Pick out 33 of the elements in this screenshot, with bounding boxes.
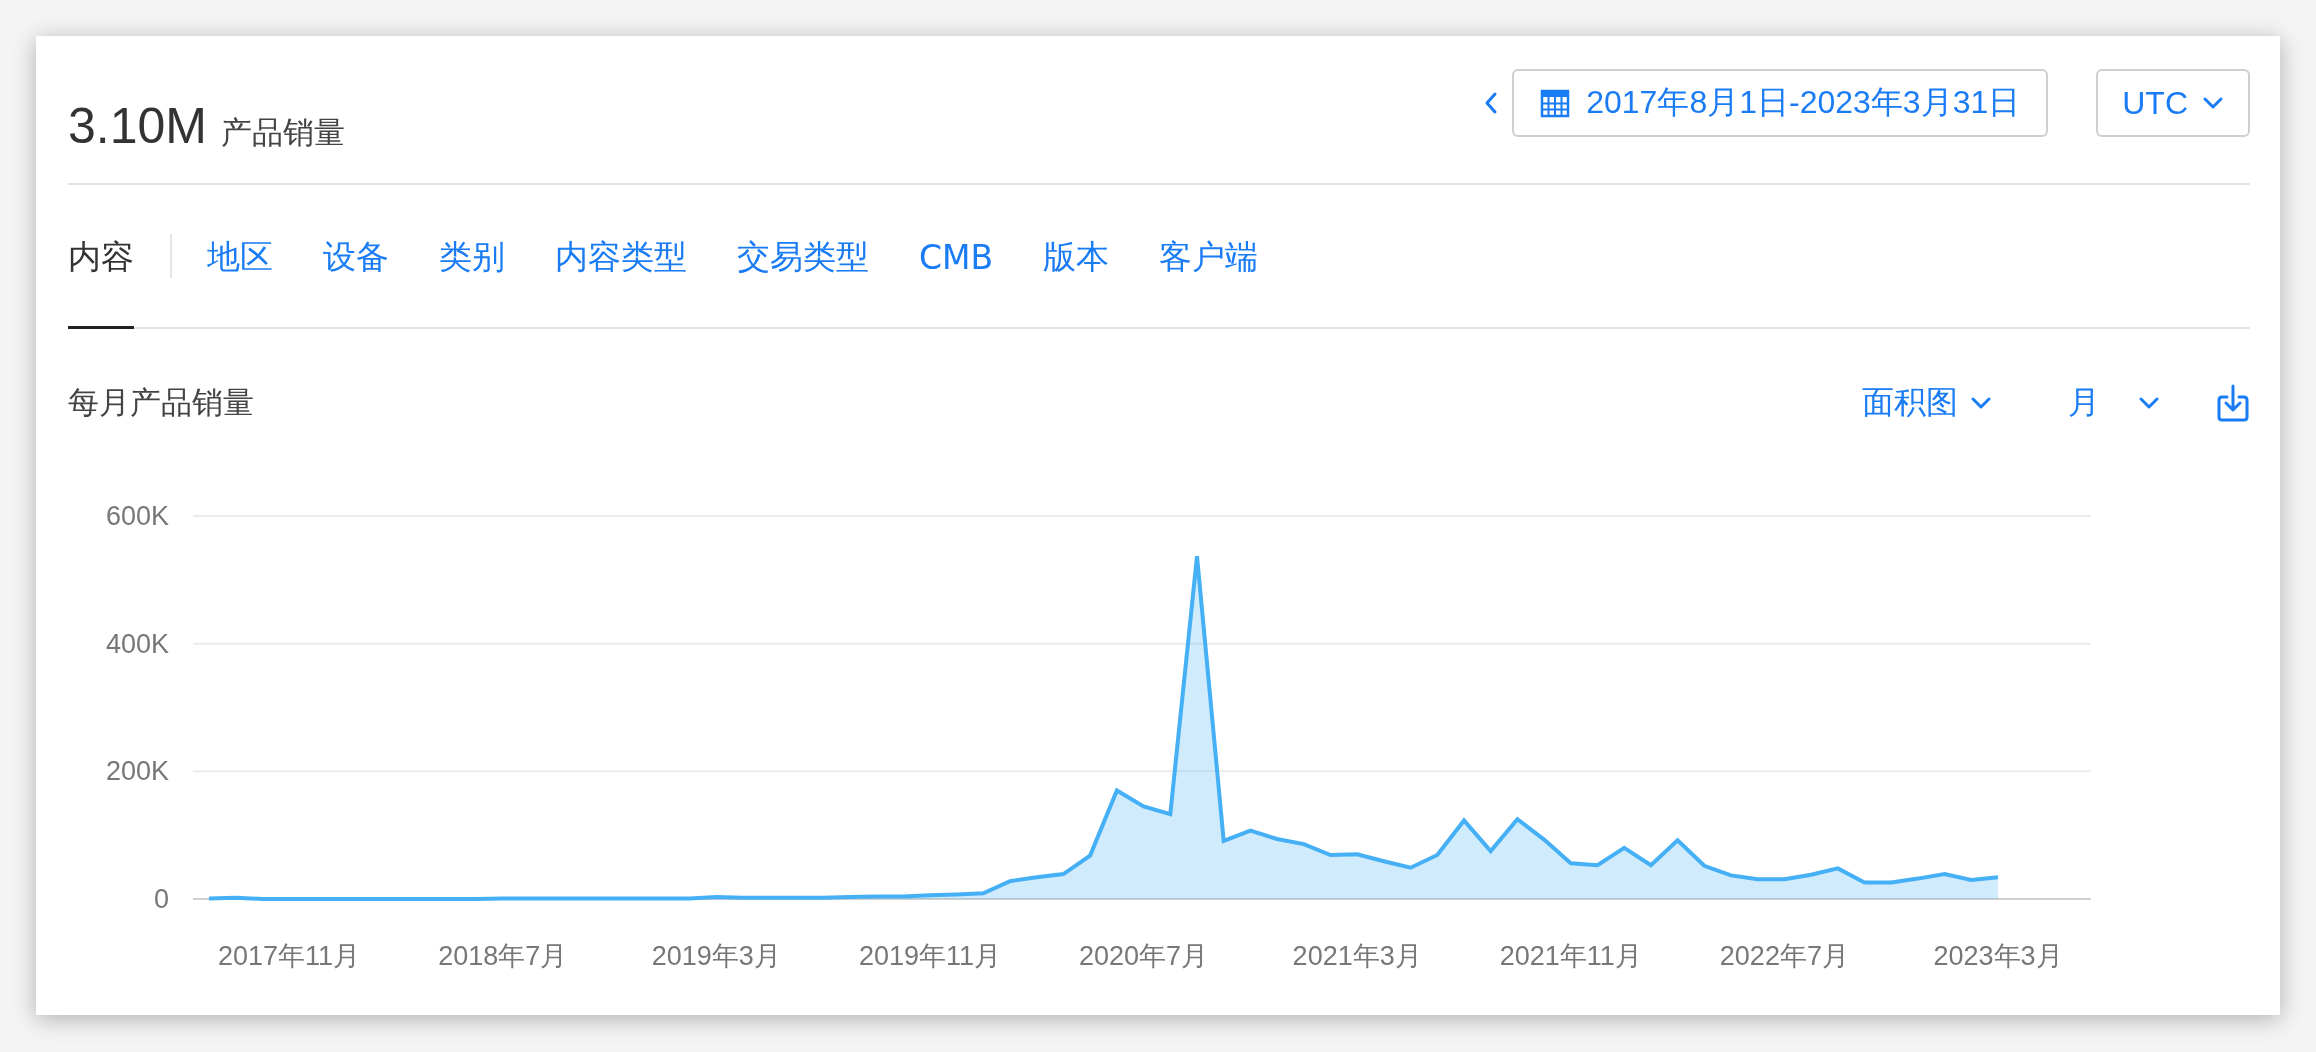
- y-axis-label: 0: [153, 884, 169, 914]
- tab[interactable]: 内容类型: [555, 185, 687, 329]
- tab[interactable]: 地区: [207, 185, 273, 329]
- y-axis-label: 400K: [105, 628, 169, 659]
- chevron-down-icon: [2202, 96, 2224, 110]
- total-value: 3.10M: [68, 97, 207, 155]
- chart-title: 每月产品销量: [68, 383, 254, 422]
- x-axis-label: 2018年7月: [438, 941, 568, 971]
- tab[interactable]: 交易类型: [737, 185, 869, 329]
- x-axis-label: 2019年3月: [651, 941, 781, 971]
- x-axis-label: 2021年3月: [1292, 941, 1422, 971]
- tab[interactable]: 客户端: [1159, 185, 1259, 329]
- download-icon[interactable]: [2216, 383, 2250, 423]
- chevron-left-icon[interactable]: [1484, 91, 1499, 115]
- timezone-dropdown[interactable]: UTC: [2096, 69, 2250, 137]
- tab[interactable]: CMB: [919, 185, 994, 329]
- x-axis-label: 2022年7月: [1719, 941, 1849, 971]
- x-axis-label: 2023年3月: [1933, 941, 2063, 971]
- y-axis-label: 200K: [105, 756, 169, 787]
- x-axis-label: 2020年7月: [1079, 941, 1209, 971]
- tab[interactable]: 设备: [323, 185, 389, 329]
- chevron-down-icon: [1970, 396, 1992, 410]
- y-axis-label: 600K: [105, 501, 169, 531]
- total-label: 产品销量: [220, 113, 345, 152]
- x-axis-label: 2019年11月: [858, 941, 1001, 971]
- x-axis-label: 2017年11月: [218, 941, 361, 971]
- x-axis-label: 2021年11月: [1499, 941, 1642, 971]
- calendar-icon: [1540, 88, 1571, 118]
- tab[interactable]: 内容: [68, 185, 134, 329]
- date-range-button[interactable]: 2017年8月1日-2023年3月31日: [1512, 69, 2049, 137]
- tab[interactable]: 版本: [1043, 185, 1110, 329]
- tab[interactable]: 类别: [439, 185, 505, 329]
- chevron-down-icon: [2138, 396, 2160, 410]
